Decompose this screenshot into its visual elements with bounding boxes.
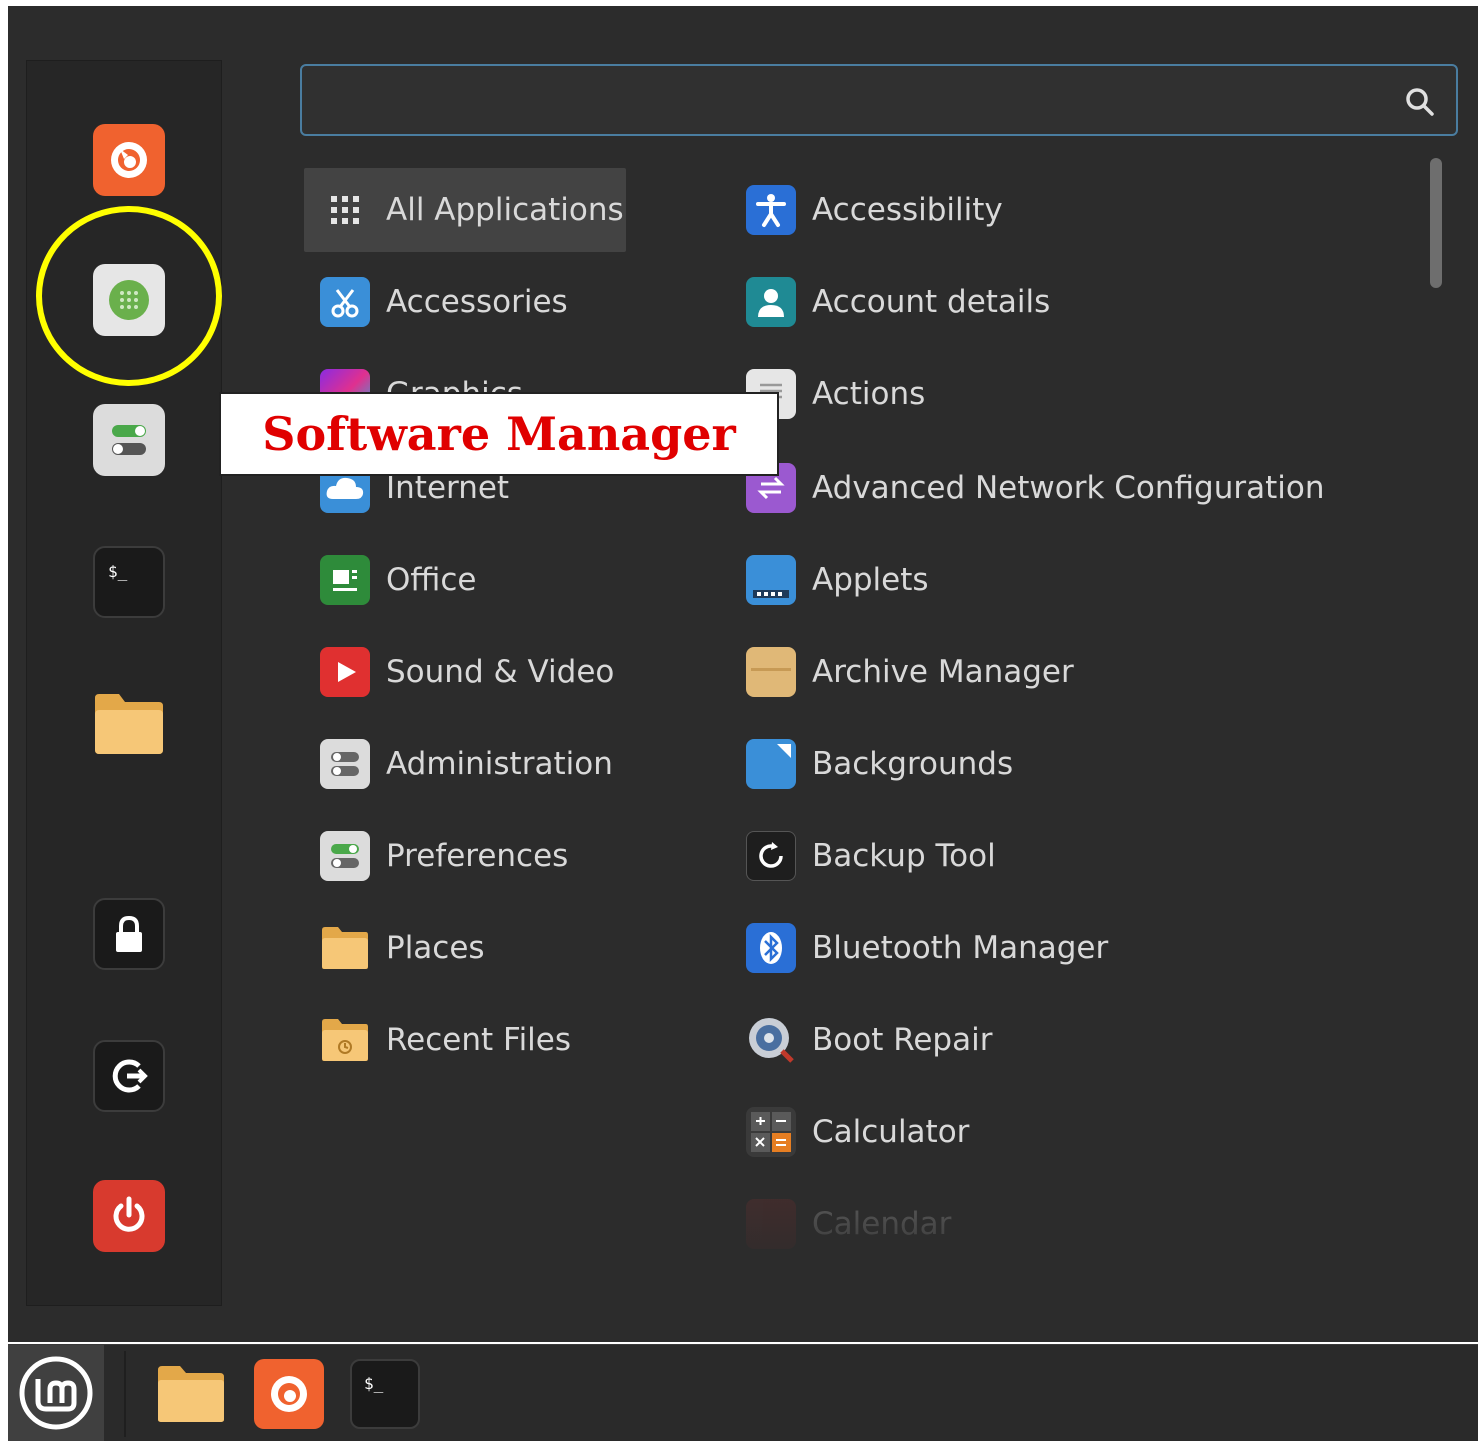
software-manager-callout: Software Manager [219,392,779,476]
favorite-files[interactable] [93,688,165,760]
category-label: Administration [386,746,613,782]
category-places[interactable]: Places [304,906,626,990]
app-backgrounds[interactable]: Backgrounds [730,722,1013,806]
search-box[interactable] [300,64,1458,136]
app-label: Applets [812,562,929,598]
app-label: Calculator [812,1114,970,1150]
taskbar-files[interactable] [156,1359,226,1429]
folder-icon [320,923,370,973]
app-advanced-network-configuration[interactable]: Advanced Network Configuration [730,446,1325,530]
terminal-icon: $_ [364,1374,384,1393]
folder-icon [95,694,163,754]
app-bluetooth-manager[interactable]: Bluetooth Manager [730,906,1108,990]
app-calculator[interactable]: Calculator [730,1090,969,1174]
backgrounds-icon [746,739,796,789]
scissors-icon [320,277,370,327]
category-label: Places [386,930,485,966]
preferences-toggle-icon [320,831,370,881]
app-archive-manager[interactable]: Archive Manager [730,630,1074,714]
lock-icon [116,915,142,952]
power-icon [113,1196,145,1232]
boot-repair-icon [746,1015,796,1065]
recent-folder-icon [320,1015,370,1065]
admin-toggle-icon [320,739,370,789]
calendar-icon [746,1199,796,1249]
highlight-circle [36,206,222,386]
office-icon [320,555,370,605]
account-icon [746,277,796,327]
app-account-details[interactable]: Account details [730,260,1050,344]
play-icon [320,647,370,697]
applets-icon [746,555,796,605]
favorite-system-settings[interactable] [93,404,165,476]
app-accessibility[interactable]: Accessibility [730,168,1003,252]
category-recent-files[interactable]: Recent Files [304,998,626,1082]
favorite-log-out[interactable] [93,1040,165,1112]
linux-mint-logo-icon [19,1356,93,1430]
calculator-icon [746,1107,796,1157]
category-preferences[interactable]: Preferences [304,814,626,898]
category-label: Accessories [386,284,568,320]
logout-icon [112,1059,148,1093]
menu-button[interactable] [8,1345,104,1441]
app-label: Backgrounds [812,746,1014,782]
search-icon[interactable] [1402,84,1438,120]
category-accessories[interactable]: Accessories [304,260,626,344]
taskbar-terminal[interactable]: $_ [350,1359,420,1429]
category-label: All Applications [386,192,624,228]
grid-dots-icon [320,185,370,235]
search-input[interactable] [316,78,1400,124]
category-office[interactable]: Office [304,538,626,622]
app-label: Bluetooth Manager [812,930,1109,966]
app-boot-repair[interactable]: Boot Repair [730,998,992,1082]
app-label: Account details [812,284,1051,320]
terminal-icon: $_ [108,562,128,581]
app-list-scrollbar[interactable] [1430,158,1442,288]
settings-toggle-icon [112,425,146,455]
firefox-icon [271,1376,307,1412]
app-label: Advanced Network Configuration [812,470,1325,506]
favorite-quit[interactable] [93,1180,165,1252]
app-backup-tool[interactable]: Backup Tool [730,814,996,898]
category-label: Preferences [386,838,569,874]
svg-text:$_: $_ [108,562,128,581]
category-label: Recent Files [386,1022,572,1058]
category-label: Sound & Video [386,654,615,690]
folder-icon [158,1366,224,1422]
app-label: Calendar [812,1206,952,1242]
favorite-terminal[interactable]: $_ [93,546,165,618]
app-applets[interactable]: Applets [730,538,929,622]
callout-label: Software Manager [262,407,736,461]
firefox-icon [111,142,147,178]
taskbar-firefox[interactable] [254,1359,324,1429]
category-administration[interactable]: Administration [304,722,626,806]
app-label: Actions [812,376,926,412]
category-label: Office [386,562,477,598]
app-label: Backup Tool [812,838,996,874]
backup-icon [746,831,796,881]
taskbar-separator [124,1351,126,1437]
archive-icon [746,647,796,697]
favorite-lock-screen[interactable] [93,898,165,970]
favorite-firefox[interactable] [93,124,165,196]
app-label: Archive Manager [812,654,1074,690]
taskbar: $_ [8,1344,1478,1441]
app-calendar[interactable]: Calendar [730,1182,951,1266]
accessibility-icon [746,185,796,235]
category-sound-video[interactable]: Sound & Video [304,630,626,714]
bluetooth-icon [746,923,796,973]
svg-text:$_: $_ [364,1374,384,1393]
category-all-applications[interactable]: All Applications [304,168,626,252]
app-label: Boot Repair [812,1022,993,1058]
app-label: Accessibility [812,192,1003,228]
